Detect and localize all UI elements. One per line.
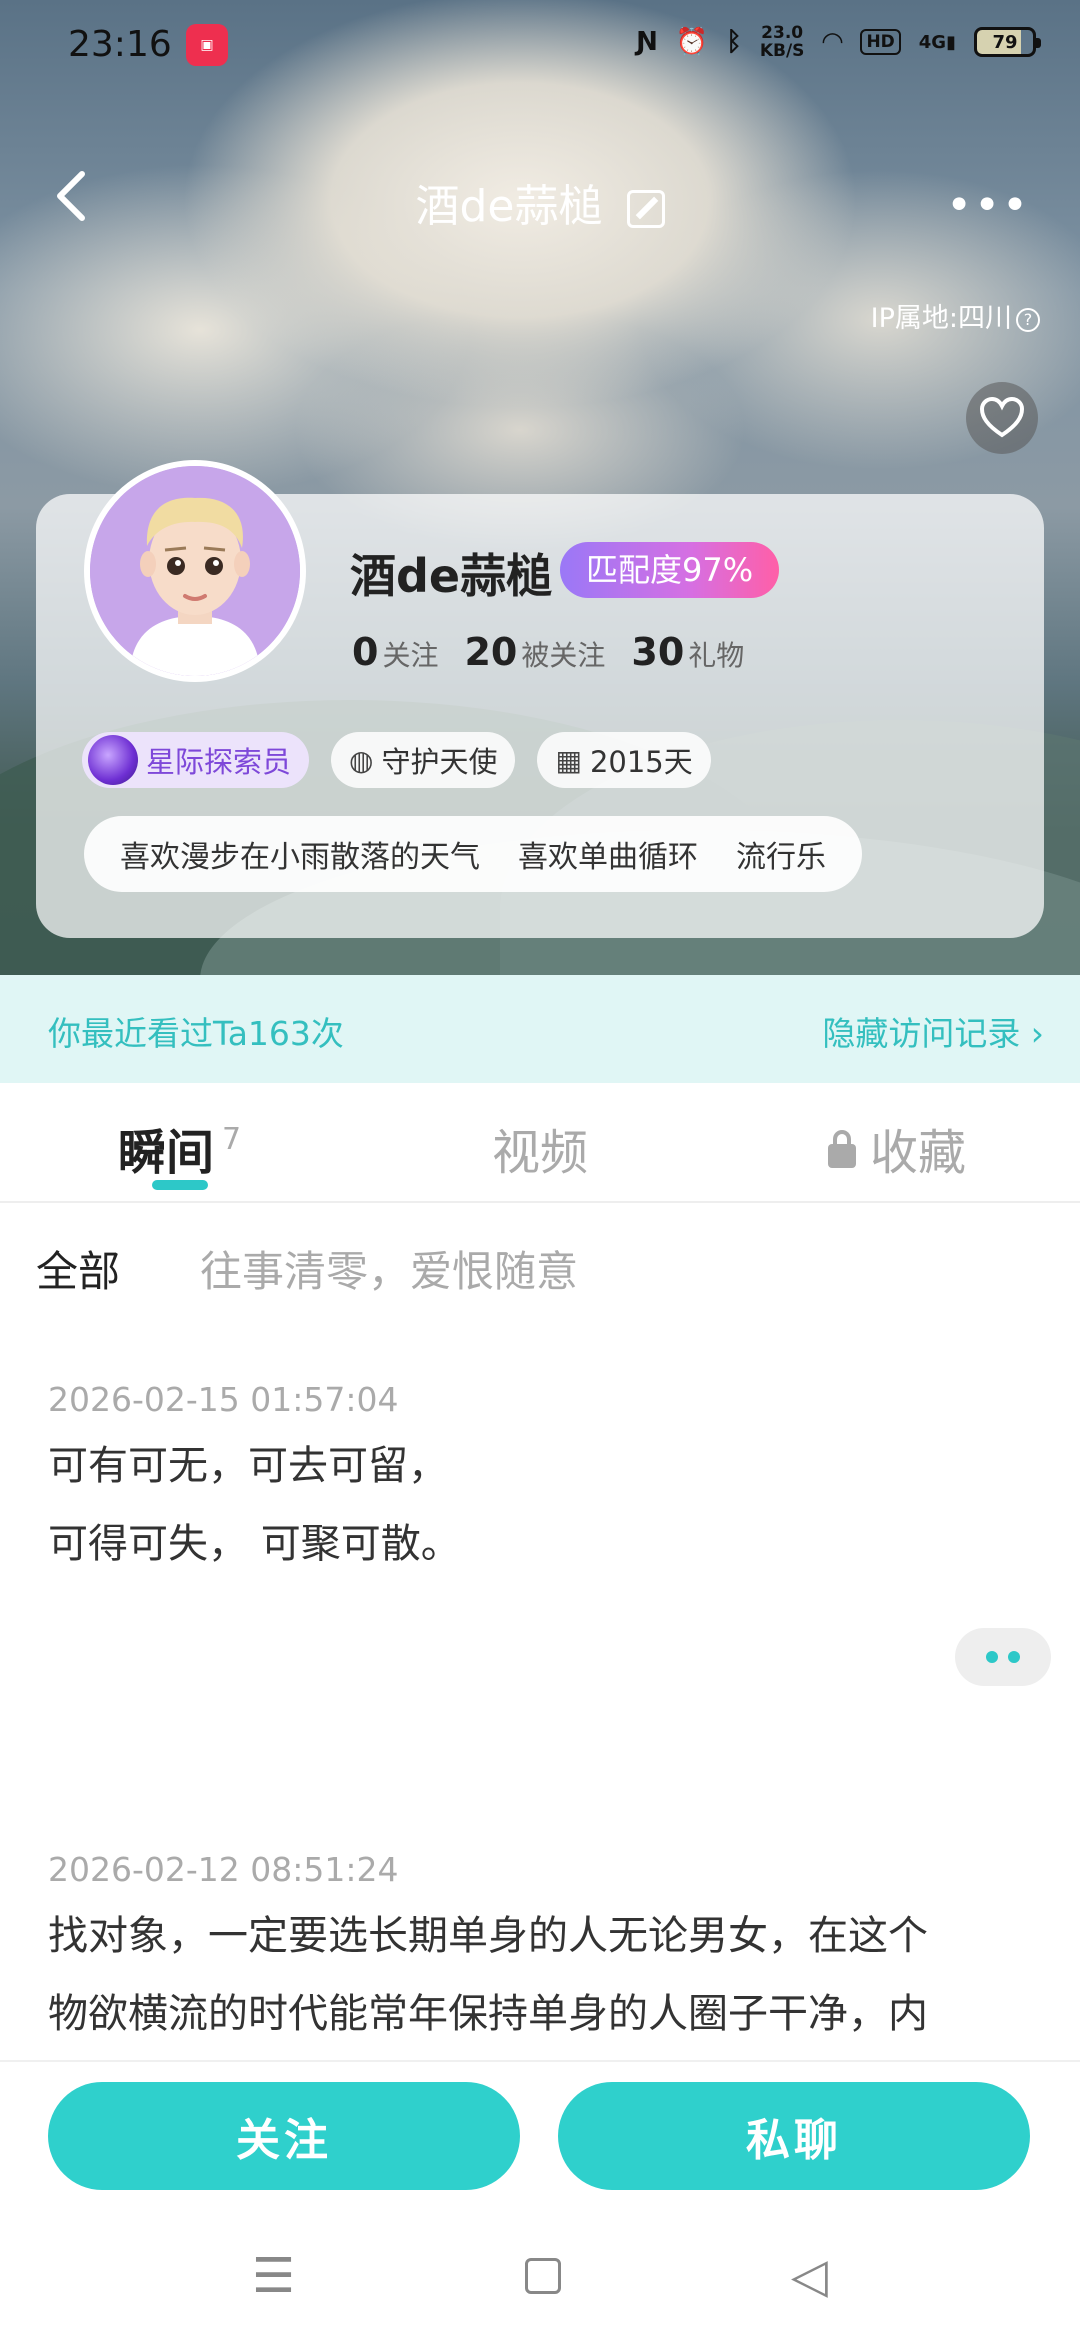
stat-value: 0 bbox=[352, 630, 379, 674]
like-button[interactable] bbox=[966, 382, 1038, 454]
planet-icon: ◍ bbox=[349, 743, 374, 777]
stat-label: 礼物 bbox=[688, 639, 745, 672]
visit-count: 你最近看过Ta163次 bbox=[48, 1014, 344, 1053]
hd-icon: HD bbox=[860, 29, 901, 55]
edit-icon[interactable] bbox=[626, 190, 665, 228]
bluetooth-icon: ᛒ bbox=[726, 27, 742, 57]
avatar-image bbox=[90, 466, 300, 676]
ip-location: IP属地:四川? bbox=[871, 296, 1040, 335]
back-triangle-icon[interactable]: ◁ bbox=[791, 2248, 828, 2304]
battery-icon: 79 bbox=[974, 27, 1041, 57]
filter-all[interactable]: 全部 bbox=[36, 1238, 120, 1299]
explorer-badge-label: 星际探索员 bbox=[146, 745, 292, 779]
tab-label: 视频 bbox=[492, 1125, 589, 1181]
stat-value: 20 bbox=[464, 630, 518, 674]
top-nav: 酒de蒜槌 ••• bbox=[0, 150, 1080, 250]
profile-name: 酒de蒜槌 bbox=[350, 549, 553, 603]
private-chat-button[interactable]: 私聊 bbox=[558, 2082, 1030, 2190]
heart-icon bbox=[979, 397, 1025, 438]
system-navigation: ☰ ◁ bbox=[0, 2236, 1080, 2316]
tab-label: 收藏 bbox=[870, 1125, 967, 1181]
post-date: 2026-02-12 08:51:24 bbox=[48, 1850, 399, 1889]
menu-icon[interactable]: ☰ bbox=[252, 2248, 295, 2304]
post-more-button[interactable] bbox=[955, 1628, 1051, 1686]
moment-post[interactable]: 2026-02-15 01:57:04 可有可无，可去可留， 可得可失， 可聚可… bbox=[48, 1380, 1048, 1583]
stat-followers[interactable]: 20 被关注 bbox=[464, 630, 605, 674]
home-icon[interactable] bbox=[525, 2258, 562, 2294]
app-notification-icon: ▣ bbox=[186, 24, 228, 66]
avatar-illustration bbox=[90, 466, 300, 676]
profile-stats: 0 关注 20 被关注 30 礼物 bbox=[352, 630, 744, 674]
page-title: 酒de蒜槌 bbox=[0, 170, 1080, 234]
page-title-text: 酒de蒜槌 bbox=[415, 181, 603, 232]
explorer-gem-icon bbox=[88, 735, 138, 785]
avatar[interactable] bbox=[84, 460, 306, 682]
wifi-icon: ◠ bbox=[822, 27, 843, 57]
stat-label: 关注 bbox=[382, 639, 439, 672]
post-line: 可有可无，可去可留， bbox=[48, 1443, 448, 1489]
more-button[interactable]: ••• bbox=[946, 180, 1030, 231]
post-date: 2026-02-15 01:57:04 bbox=[48, 1380, 399, 1419]
moment-post[interactable]: 2026-02-12 08:51:24 找对象，一定要选长期单身的人无论男女，在… bbox=[48, 1850, 1048, 2053]
post-text: 找对象，一定要选长期单身的人无论男女，在这个 物欲横流的时代能常年保持单身的人圈… bbox=[48, 1897, 1048, 2053]
network-speed: 23.0 KB/S bbox=[759, 23, 805, 61]
status-icons: Ɲ ⏰ ᛒ 23.0 KB/S ◠ HD 4G▮ 79 bbox=[636, 23, 1041, 61]
stat-value: 30 bbox=[631, 630, 685, 674]
signal-icon: 4G▮ bbox=[918, 31, 956, 53]
alarm-icon: ⏰ bbox=[675, 27, 709, 57]
guardian-badge-label: 守护天使 bbox=[381, 745, 498, 779]
stat-gifts[interactable]: 30 礼物 bbox=[631, 630, 744, 674]
interest-tag[interactable]: 喜欢单曲循环 bbox=[518, 832, 698, 876]
days-badge[interactable]: ▦ 2015天 bbox=[537, 732, 711, 788]
visit-banner: 你最近看过Ta163次 隐藏访问记录 › bbox=[0, 975, 1080, 1083]
profile-badges: 星际探索员 ◍ 守护天使 ▦ 2015天 bbox=[82, 732, 711, 788]
guardian-badge[interactable]: ◍ 守护天使 bbox=[331, 732, 516, 788]
explorer-badge[interactable]: 星际探索员 bbox=[82, 732, 310, 788]
post-line: 可得可失， 可聚可散。 bbox=[48, 1521, 461, 1567]
calendar-icon: ▦ bbox=[555, 743, 582, 777]
post-line: 找对象，一定要选长期单身的人无论男女，在这个 bbox=[48, 1913, 928, 1959]
interest-tag[interactable]: 流行乐 bbox=[736, 832, 826, 876]
lock-icon bbox=[828, 1130, 856, 1168]
interest-tags: 喜欢漫步在小雨散落的天气 喜欢单曲循环 流行乐 bbox=[84, 816, 862, 892]
tab-videos[interactable]: 视频 bbox=[492, 1113, 588, 1183]
hide-visit-record-link[interactable]: 隐藏访问记录 › bbox=[822, 1007, 1044, 1055]
help-icon[interactable]: ? bbox=[1016, 307, 1040, 332]
active-tab-indicator bbox=[152, 1180, 208, 1190]
status-time: 23:16 bbox=[68, 24, 172, 65]
nfc-icon: Ɲ bbox=[636, 27, 658, 57]
status-bar: 23:16 ▣ Ɲ ⏰ ᛒ 23.0 KB/S ◠ HD 4G▮ 79 bbox=[0, 0, 1080, 96]
interest-tag[interactable]: 喜欢漫步在小雨散落的天气 bbox=[120, 832, 480, 876]
post-line: 物欲横流的时代能常年保持单身的人圈子干净，内 bbox=[48, 1991, 928, 2037]
ip-location-text: IP属地:四川 bbox=[870, 303, 1012, 334]
stat-label: 被关注 bbox=[521, 639, 606, 672]
tab-count: 7 bbox=[222, 1122, 242, 1157]
days-badge-label: 2015天 bbox=[589, 745, 693, 779]
signature-text: 往事清零，爱恨随意 bbox=[200, 1247, 579, 1296]
stat-following[interactable]: 0 关注 bbox=[352, 630, 438, 674]
post-text: 可有可无，可去可留， 可得可失， 可聚可散。 bbox=[48, 1427, 1048, 1583]
follow-button[interactable]: 关注 bbox=[48, 2082, 520, 2190]
tab-moments[interactable]: 瞬间 7 bbox=[118, 1113, 241, 1183]
match-badge[interactable]: 匹配度97% bbox=[560, 542, 780, 598]
tab-favorites[interactable]: 收藏 bbox=[828, 1113, 966, 1183]
tab-label: 瞬间 bbox=[118, 1125, 215, 1181]
